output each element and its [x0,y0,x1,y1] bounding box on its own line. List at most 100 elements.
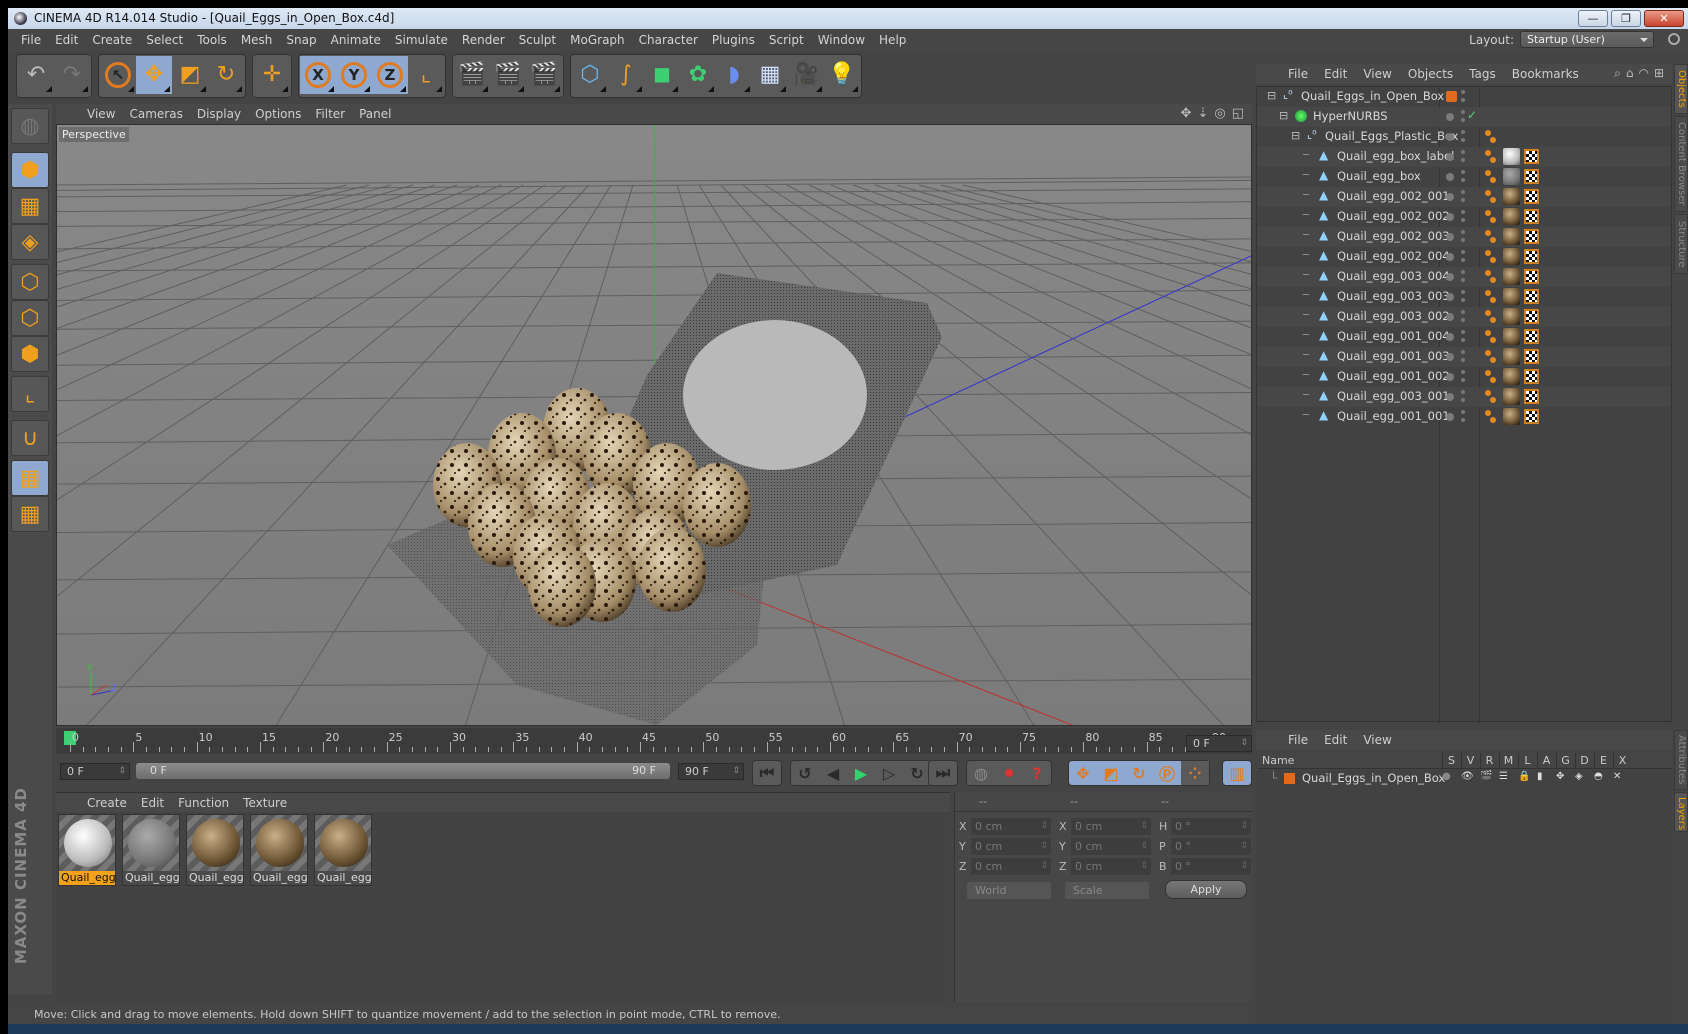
object-row[interactable]: ▲ ─ Quail_egg_001_002 [1257,367,1671,387]
locked-workplane-button[interactable]: ▦ [11,460,49,496]
layer-menu-edit[interactable]: Edit [1316,733,1355,747]
layer-column-d[interactable]: D [1575,753,1593,769]
render-visibility-dots[interactable] [1461,90,1465,104]
editor-visibility-dot[interactable] [1446,353,1454,361]
menu-help[interactable]: Help [872,33,913,47]
object-row[interactable]: ⊟ HyperNURBS ✓ [1257,107,1671,127]
floor-button[interactable]: ▦ [752,56,788,94]
render-visibility-dots[interactable] [1461,230,1465,244]
layer-column-name[interactable]: Name [1262,753,1294,769]
menu-mesh[interactable]: Mesh [234,33,280,47]
spline-pen-button[interactable]: ∫ [608,56,644,94]
tab-content-browser[interactable]: Content Browser [1674,116,1688,212]
layer-column-r[interactable]: R [1480,753,1498,769]
material-swatch[interactable]: Quail_egg [250,814,308,886]
menu-tools[interactable]: Tools [190,33,234,47]
locked-icon[interactable]: 🔒 [1518,771,1530,783]
menu-snap[interactable]: Snap [279,33,323,47]
record-icon[interactable]: ⏺ [995,761,1023,785]
view-toggle-icon[interactable]: ◠ [1638,66,1648,81]
visible-icon[interactable]: 👁 [1461,771,1474,783]
enabled-check-icon[interactable]: ✓ [1467,108,1479,122]
render-visibility-dots[interactable] [1461,390,1465,404]
position-field[interactable]: 0 cm [971,858,1051,875]
timeline-ruler[interactable]: 051015202530354045505560657075808590 [56,728,1252,754]
object-row[interactable]: ▲ ─ Quail_egg_001_001 [1257,407,1671,427]
phong-tag-icon[interactable] [1485,409,1497,425]
object-row[interactable]: ▲ ─ Quail_egg_003_001 [1257,387,1671,407]
play-forwards-icon[interactable]: ▶ [847,761,875,785]
rotation-field[interactable]: 0 ° [1171,838,1251,855]
object-row[interactable]: ⌞⁰ ⊟ Quail_Eggs_in_Open_Box [1257,87,1671,107]
texture-tag-icon[interactable] [1503,368,1520,385]
phong-tag-icon[interactable] [1485,169,1497,185]
render-visibility-dots[interactable] [1461,370,1465,384]
layer-column-a[interactable]: A [1537,753,1555,769]
undo-button[interactable]: ↶ [18,56,54,94]
manager-icon[interactable]: ☰ [1499,771,1511,783]
phong-tag-icon[interactable] [1485,329,1497,345]
render-visibility-dots[interactable] [1461,350,1465,364]
object-row[interactable]: ⌞⁰ ⊟ Quail_Eggs_Plastic_Box [1257,127,1671,147]
maximize-view-icon[interactable]: ◱ [1232,106,1244,121]
texture-tag-icon[interactable] [1503,268,1520,285]
x-axis-lock-button[interactable]: X [300,56,336,94]
viewport-camera-label[interactable]: Perspective [59,127,129,142]
layer-column-g[interactable]: G [1556,753,1574,769]
editor-visibility-dot[interactable] [1446,293,1454,301]
move-button[interactable]: ✥ [136,56,172,94]
uvw-tag-icon[interactable] [1524,349,1539,364]
object-row[interactable]: ▲ ─ Quail_egg_003_002 [1257,307,1671,327]
y-axis-lock-button[interactable]: Y [336,56,372,94]
menu-select[interactable]: Select [139,33,190,47]
object-menu-tags[interactable]: Tags [1461,67,1504,81]
planar-workplane-button[interactable]: ▦ [11,496,49,532]
texture-tag-icon[interactable] [1503,408,1520,425]
position-field[interactable]: 0 cm [971,818,1051,835]
point-level-icon[interactable]: ⁘ [1181,761,1209,785]
search-icon[interactable] [1668,33,1680,45]
apply-button[interactable]: Apply [1165,880,1247,899]
uvw-tag-icon[interactable] [1524,249,1539,264]
recent-tool-button[interactable]: ✛ [254,56,290,94]
render-visibility-dots[interactable] [1461,210,1465,224]
material-swatch[interactable]: Quail_egg [58,814,116,886]
editor-visibility-dot[interactable] [1446,113,1454,121]
make-editable-button[interactable]: ◍ [11,108,49,144]
axis-mode-button[interactable]: ⌞ [11,376,49,412]
live-selection-button[interactable]: ↖ [100,56,136,94]
next-key-icon[interactable]: ↻ [903,761,931,785]
xref-icon[interactable]: ✕ [1613,771,1625,783]
collapse-toggle-icon[interactable]: ⊟ [1279,109,1291,122]
render-visibility-dots[interactable] [1461,330,1465,344]
uvw-tag-icon[interactable] [1524,269,1539,284]
new-window-icon[interactable]: ⊞ [1654,66,1664,81]
material-menu-create[interactable]: Create [80,796,134,810]
menu-simulate[interactable]: Simulate [388,33,455,47]
layer-menu-view[interactable]: View [1355,733,1399,747]
redo-button[interactable]: ↷ [54,56,90,94]
go-to-start-icon[interactable]: ⏮ [753,761,781,785]
rotation-field[interactable]: 0 ° [1171,818,1251,835]
object-menu-file[interactable]: File [1280,67,1316,81]
rotate-button[interactable]: ↻ [208,56,244,94]
layer-menu-file[interactable]: File [1280,733,1316,747]
render-visibility-dots[interactable] [1461,110,1465,124]
viewport-menu-filter[interactable]: Filter [308,107,352,121]
start-frame-field[interactable]: 0 F [60,763,130,780]
uvw-tag-icon[interactable] [1524,309,1539,324]
viewport-menu-panel[interactable]: Panel [352,107,398,121]
render-visibility-dots[interactable] [1461,170,1465,184]
texture-tag-icon[interactable] [1503,328,1520,345]
collapse-toggle-icon[interactable]: ⊟ [1267,89,1279,102]
coordinate-mode-dropdown[interactable]: Scale [1065,882,1149,899]
size-field[interactable]: 0 cm [1071,858,1151,875]
uvw-tag-icon[interactable] [1524,409,1539,424]
layer-row[interactable]: └ Quail_Eggs_in_Open_Box ● 👁 🎬 ☰ 🔒 ▮ ✥ ◈ ◓ ✕ [1256,770,1670,788]
material-swatch[interactable]: Quail_egg [186,814,244,886]
editor-visibility-dot[interactable] [1446,193,1454,201]
rotate-view-icon[interactable]: ◎ [1214,106,1225,121]
menu-sculpt[interactable]: Sculpt [512,33,563,47]
render-view-button[interactable]: 🎬 [454,56,490,94]
viewport-menu-view[interactable]: View [80,107,122,121]
